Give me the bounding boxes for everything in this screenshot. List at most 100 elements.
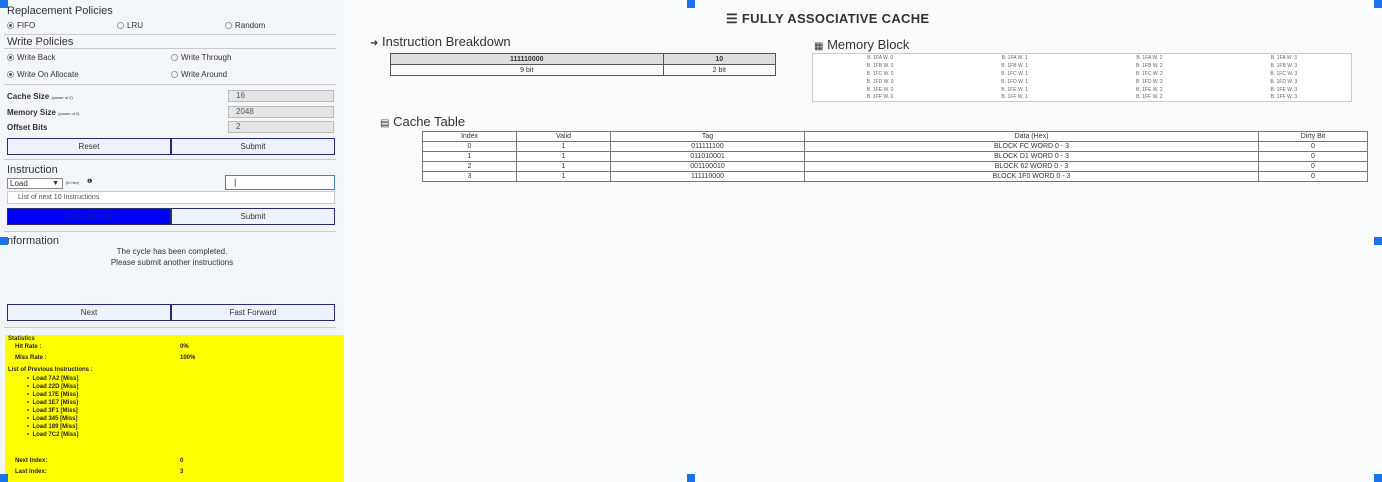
table-row: 1 1 011010001 BLOCK D1 WORD 0 - 30	[422, 151, 1368, 162]
sliders-icon: ☰	[726, 11, 738, 26]
tag-bits-cell: 111110000	[390, 53, 664, 65]
column-header: Index	[422, 131, 517, 142]
resize-handle-top-right[interactable]	[1374, 0, 1382, 8]
statistics-title: Statistics	[8, 336, 35, 342]
memory-size-field[interactable]: 2048	[228, 106, 334, 118]
resize-handle-bottom[interactable]	[687, 474, 695, 482]
information-title: nformation	[7, 235, 59, 247]
table-row: 0 1 011111100 BLOCK FC WORD 0 - 30	[422, 141, 1368, 152]
sign-in-icon: ➜	[370, 38, 379, 49]
dropdown-arrow-icon: ▼	[52, 180, 59, 187]
last-index-value: 3	[180, 469, 184, 475]
radio-write-through[interactable]: Write Through	[171, 53, 231, 62]
next-index-label: Next Index:	[15, 458, 48, 464]
table-row: B. 1FF W. 0 B. 1FF W. 1 B. 1FF W. 2 B. 1FF …	[866, 94, 1298, 101]
instruction-submit-button[interactable]: Submit	[171, 208, 335, 225]
tag-bit-count: 9 bit	[390, 64, 664, 76]
memory-block-table: B. 1FA W. 0 B. 1FA W. 1 B. 1FA W. 2 B. 1FA …	[812, 53, 1352, 102]
miss-rate-value: 100%	[180, 355, 196, 361]
instruction-breakdown-table: 111110000 10 9 bit 2 bit	[390, 53, 777, 76]
radio-random[interactable]: Random	[225, 21, 265, 30]
resize-handle-bottom-left[interactable]	[0, 474, 8, 482]
control-panel: Replacement Policies FIFO LRU Random Wri…	[0, 0, 344, 482]
column-header: Dirty Bit	[1258, 131, 1368, 142]
resize-handle-top[interactable]	[687, 0, 695, 8]
offset-bits-field[interactable]: 2	[228, 121, 334, 133]
table-header-row: Index Valid Tag Data (Hex) Dirty Bit	[422, 131, 1368, 142]
list-item: • Load 22D [Miss]	[27, 384, 79, 390]
memory-size-label: Memory Size (power of 2)	[7, 108, 80, 117]
config-submit-button[interactable]: Submit	[171, 138, 335, 155]
table-row: 2 1 001100010 BLOCK 62 WORD 0 - 30	[422, 161, 1368, 172]
resize-handle-top-left[interactable]	[0, 0, 8, 8]
next-button[interactable]: Next	[7, 304, 171, 321]
replacement-policies-title: Replacement Policies	[7, 5, 113, 17]
cache-table-title: ▤ Cache Table	[380, 114, 466, 129]
radio-dot-icon	[117, 22, 124, 29]
list-item: • Load 7A2 [Miss]	[27, 376, 79, 382]
resize-handle-right[interactable]	[1374, 237, 1382, 245]
divider	[4, 231, 336, 232]
next-index-value: 0	[180, 458, 184, 464]
radio-dot-icon	[7, 71, 14, 78]
hit-rate-label: Hit Rate :	[15, 344, 42, 350]
instruction-type-select[interactable]: Load ▼	[7, 178, 63, 189]
hex-note: (in hex)	[66, 180, 80, 185]
column-header: Data (Hex)	[804, 131, 1259, 142]
page-title: ☰ FULLY ASSOCIATIVE CACHE	[726, 11, 930, 26]
divider	[4, 48, 336, 49]
list-item: • Load 345 [Miss]	[27, 416, 78, 422]
resize-handle-left[interactable]	[0, 237, 8, 245]
reset-button[interactable]: Reset	[7, 138, 171, 155]
divider	[4, 159, 336, 160]
cache-table: Index Valid Tag Data (Hex) Dirty Bit 010…	[422, 131, 1368, 182]
radio-fifo[interactable]: FIFO	[7, 21, 35, 30]
radio-dot-icon	[225, 22, 232, 29]
radio-write-around[interactable]: Write Around	[171, 70, 227, 79]
radio-dot-icon	[7, 54, 14, 61]
write-policies-title: Write Policies	[7, 36, 74, 48]
column-header: Tag	[610, 131, 805, 142]
offset-bits-cell: 10	[662, 53, 777, 65]
resize-handle-bottom-right[interactable]	[1374, 474, 1382, 482]
hit-rate-value: 0%	[180, 344, 189, 350]
memory-block-title: ▦ Memory Block	[814, 37, 910, 52]
cache-size-label: Cache Size (power of 2)	[7, 92, 73, 101]
grid-icon: ▦	[814, 41, 824, 52]
statistics-panel: Statistics Hit Rate : 0% Miss Rate : 100…	[5, 335, 344, 482]
address-input[interactable]: |	[225, 175, 335, 190]
table-row: B. 1FB W. 0 B. 1FB W. 1 B. 1FB W. 2 B. 1FB …	[866, 62, 1298, 69]
info-icon[interactable]: ❶	[87, 178, 92, 185]
information-message-line1: The cycle has been completed.	[116, 247, 228, 256]
radio-write-on-allocate[interactable]: Write On Allocate	[7, 70, 79, 79]
previous-instructions-label: List of Previous Instructions :	[8, 367, 93, 373]
last-index-label: Last Index:	[15, 469, 47, 475]
list-item: • Load 7C2 [Miss]	[27, 432, 79, 438]
radio-dot-icon	[7, 22, 14, 29]
list-item: • Load 3F1 [Miss]	[27, 408, 78, 414]
divider	[4, 34, 336, 35]
information-message-line2: Please submit another instructions	[110, 258, 234, 267]
table-icon: ▤	[380, 118, 390, 129]
visualization-panel: ☰ FULLY ASSOCIATIVE CACHE ➜ Instruction …	[344, 0, 1382, 482]
list-item: • Load 189 [Miss]	[27, 424, 78, 430]
table-row: B. 1FC W. 0 B. 1FC W. 1 B. 1FC W. 2 B. 1FC …	[866, 70, 1298, 77]
radio-lru[interactable]: LRU	[117, 21, 143, 30]
table-row: 3 1 111110000 BLOCK 1F0 WORD 0 - 30	[422, 171, 1368, 182]
divider	[4, 327, 336, 328]
column-header: Valid	[516, 131, 611, 142]
radio-write-back[interactable]: Write Back	[7, 53, 56, 62]
fast-forward-button[interactable]: Fast Forward	[171, 304, 335, 321]
list-item: • Load 1E7 [Miss]	[27, 400, 79, 406]
list-item: • Load 17E [Miss]	[27, 392, 79, 398]
divider	[4, 84, 336, 85]
instruction-title: Instruction	[7, 164, 58, 176]
radio-dot-icon	[171, 54, 178, 61]
instruction-breakdown-title: ➜ Instruction Breakdown	[370, 34, 511, 49]
miss-rate-label: Miss Rate :	[15, 355, 47, 361]
gen-random-button[interactable]: Gen. Random	[7, 208, 171, 225]
next-instructions-list[interactable]: List of next 10 Instructions	[7, 191, 335, 204]
table-row: B. 1FE W. 0 B. 1FE W. 1 B. 1FE W. 2 B. 1FE …	[866, 86, 1298, 93]
radio-dot-icon	[171, 71, 178, 78]
cache-size-field[interactable]: 16	[228, 90, 334, 102]
